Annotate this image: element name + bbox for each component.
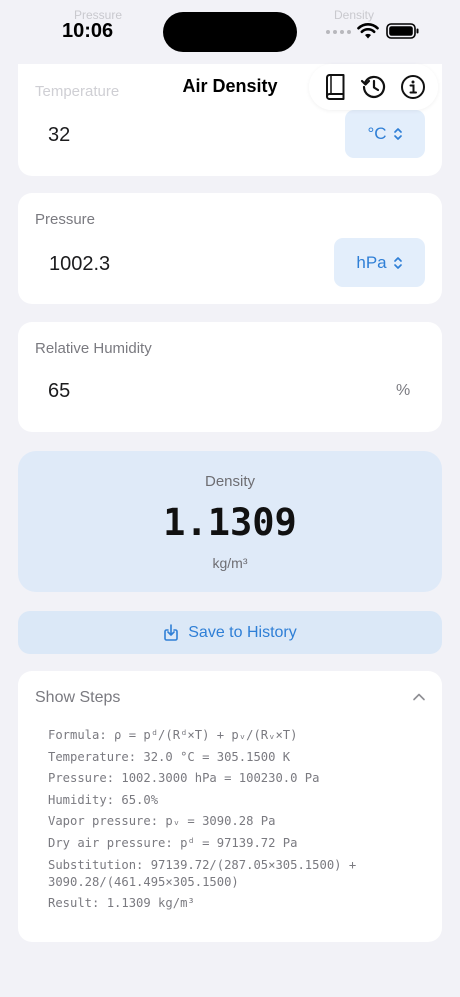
history-button[interactable] (359, 72, 389, 102)
info-button[interactable] (398, 72, 428, 102)
humidity-unit-label: % (396, 382, 411, 399)
density-value: 1.1309 (163, 501, 297, 544)
density-unit: kg/m³ (212, 555, 248, 571)
battery-icon (386, 23, 419, 39)
temperature-unit-label: °C (367, 124, 387, 143)
save-button-label: Save to History (188, 623, 297, 641)
humidity-label: Relative Humidity (35, 340, 152, 357)
download-tray-icon (164, 624, 179, 641)
pressure-label: Pressure (35, 211, 96, 228)
step-line: Temperature: 32.0 °C = 305.1500 K (48, 749, 291, 764)
save-to-history-button[interactable]: Save to History (18, 611, 442, 654)
temperature-unit-picker[interactable]: °C (345, 110, 425, 158)
pressure-input[interactable]: 1002.3 (49, 253, 110, 276)
book-button[interactable] (320, 72, 350, 102)
chevron-up-icon[interactable] (412, 692, 426, 702)
status-time: 10:06 (62, 20, 114, 42)
humidity-input[interactable]: 65 (48, 380, 70, 403)
step-line: Formula: ρ = pᵈ/(Rᵈ×T) + pᵥ/(Rᵥ×T) (48, 728, 298, 742)
history-icon (360, 75, 385, 99)
pressure-unit-label: hPa (356, 252, 387, 272)
pressure-card: Pressure 1002.3 hPa (18, 193, 442, 304)
step-line: Humidity: 65.0% (48, 792, 159, 807)
step-line: Vapor pressure: pᵥ = 3090.28 Pa (48, 814, 276, 829)
wifi-icon (357, 23, 379, 39)
status-bar: Pressure Density 10:06 (0, 0, 460, 60)
nav-action-group (309, 64, 438, 110)
step-line: Pressure: 1002.3000 hPa = 100230.0 Pa (48, 771, 320, 786)
step-line: Result: 1.1309 kg/m³ (48, 896, 195, 911)
pressure-unit-picker[interactable]: hPa (334, 238, 425, 287)
chevron-up-down-icon (393, 128, 402, 140)
temperature-value[interactable]: 32 (48, 124, 70, 147)
book-icon (325, 74, 344, 100)
show-steps-toggle[interactable]: Show Steps (35, 689, 120, 707)
info-icon (400, 75, 425, 99)
steps-card: Show Steps Formula: ρ = pᵈ/(Rᵈ×T) + pᵥ/(… (18, 671, 442, 942)
step-line: Dry air pressure: pᵈ = 97139.72 Pa (48, 835, 298, 850)
density-label: Density (204, 473, 256, 490)
density-result-card: Density 1.1309 kg/m³ (18, 451, 442, 592)
humidity-card: Relative Humidity 65 % (18, 322, 442, 432)
steps-list: Formula: ρ = pᵈ/(Rᵈ×T) + pᵥ/(Rᵥ×T) Tempe… (48, 727, 428, 917)
dynamic-island (163, 12, 297, 52)
signal-icon (326, 30, 351, 34)
faded-tab-label: Density (334, 8, 375, 22)
chevron-up-down-icon (393, 256, 402, 269)
step-line: Substitution: 97139.72/(287.05×305.1500)… (48, 857, 357, 889)
